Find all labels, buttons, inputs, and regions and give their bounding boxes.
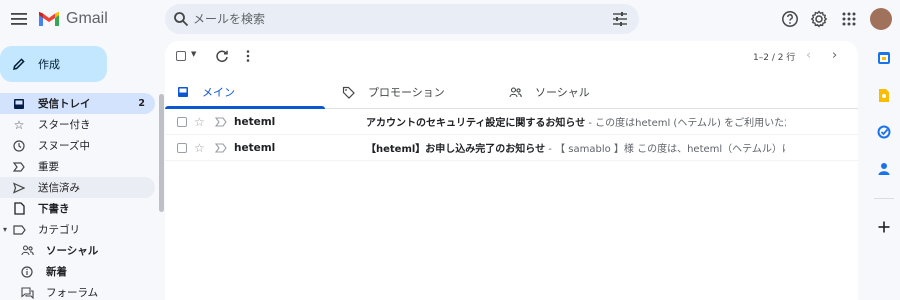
select-dropdown-caret-icon[interactable]: ▼	[191, 50, 196, 58]
tasks-icon	[877, 125, 891, 139]
subject-separator: -	[545, 144, 556, 155]
label-icon	[12, 223, 26, 237]
important-marker-icon[interactable]	[215, 116, 227, 127]
send-icon	[12, 181, 26, 195]
email-snippet: 【 samablo 】様 この度は、heteml（ヘテムル）にお申し...	[555, 144, 786, 155]
sidebar-item-starred[interactable]: ☆ スター付き	[0, 114, 155, 135]
contacts-app-button[interactable]	[876, 161, 892, 177]
sidebar-item-categories[interactable]: ▾ カテゴリ	[0, 219, 155, 240]
email-sender: heteml	[234, 115, 276, 128]
search-icon[interactable]	[173, 11, 189, 27]
email-subject: アカウントのセキュリティ設定に関するお知らせ	[366, 118, 586, 129]
sidebar-item-forums[interactable]: フォーラム	[0, 282, 155, 300]
email-snippet: この度はheteml (ヘテムル) をご利用いただきあ...	[595, 118, 786, 129]
sidebar-item-label: 送信済み	[38, 182, 80, 194]
tab-primary[interactable]: メイン	[177, 75, 235, 109]
clock-icon	[12, 139, 26, 153]
people-icon	[20, 244, 34, 258]
sidebar-item-label: 受信トレイ	[38, 98, 91, 110]
pagination-text: 1–2 / 2 行	[753, 53, 796, 63]
sidebar-item-drafts[interactable]: 下書き	[0, 198, 155, 219]
people-tab-icon	[509, 86, 522, 97]
important-marker-icon[interactable]	[215, 142, 227, 153]
email-subject-line: 【heteml】お申し込み完了のお知らせ - 【 samablo 】様 この度は…	[366, 140, 786, 155]
compose-label: 作成	[38, 58, 60, 71]
sidebar-item-label: カテゴリ	[38, 224, 80, 236]
draft-file-icon	[12, 202, 26, 216]
email-row[interactable]: ☆ heteml 【heteml】お申し込み完了のお知らせ - 【 samabl…	[165, 135, 858, 161]
hamburger-menu-icon	[11, 13, 27, 25]
gmail-logo[interactable]: Gmail	[38, 9, 108, 29]
tab-promotions[interactable]: プロモーション	[342, 75, 445, 109]
tasks-app-button[interactable]	[876, 124, 892, 140]
email-sender: heteml	[234, 141, 276, 154]
email-subject-line: アカウントのセキュリティ設定に関するお知らせ - この度はheteml (ヘテム…	[366, 114, 786, 129]
get-addons-button[interactable]	[876, 219, 892, 235]
info-icon	[20, 265, 34, 279]
inbox-icon	[12, 97, 26, 111]
gmail-m-icon	[39, 11, 59, 26]
help-icon[interactable]	[781, 10, 799, 28]
top-bar: Gmail	[0, 0, 900, 40]
mail-toolbar: ▼ 1–2 / 2 行 ‹ ›	[165, 41, 858, 71]
apps-grid-icon[interactable]	[840, 10, 858, 28]
star-icon[interactable]: ☆	[194, 115, 205, 129]
side-panel-divider	[874, 198, 894, 199]
tab-social[interactable]: ソーシャル	[509, 75, 590, 109]
sidebar-item-label: 新着	[46, 266, 67, 278]
tab-label: ソーシャル	[535, 86, 590, 99]
forum-icon	[20, 286, 34, 300]
email-row[interactable]: ☆ heteml アカウントのセキュリティ設定に関するお知らせ - この度はhe…	[165, 109, 858, 135]
sidebar-item-social[interactable]: ソーシャル	[0, 240, 155, 261]
sidebar-scrollbar[interactable]	[159, 94, 164, 212]
sidebar-item-snoozed[interactable]: スヌーズ中	[0, 135, 155, 156]
category-tabs: メイン プロモーション ソーシャル	[165, 75, 858, 109]
email-subject: 【heteml】お申し込み完了のお知らせ	[366, 144, 546, 155]
settings-gear-icon[interactable]	[810, 10, 828, 28]
main-menu-button[interactable]	[9, 10, 29, 28]
important-marker-icon	[12, 160, 26, 174]
calendar-app-button[interactable]	[876, 50, 892, 66]
sidebar-item-label: ソーシャル	[46, 245, 99, 257]
email-select-checkbox[interactable]	[177, 116, 187, 127]
search-options-icon[interactable]	[612, 11, 628, 27]
chevron-right-icon[interactable]: ›	[832, 48, 837, 63]
star-icon: ☆	[13, 117, 25, 132]
chevron-left-icon[interactable]: ‹	[806, 48, 811, 63]
tag-icon	[342, 86, 355, 99]
caret-down-icon[interactable]: ▾	[3, 225, 7, 234]
inbox-tab-icon	[178, 87, 188, 97]
tab-label: プロモーション	[368, 86, 445, 99]
plus-icon	[878, 221, 890, 233]
sidebar-item-important[interactable]: 重要	[0, 156, 155, 177]
more-options-icon[interactable]	[243, 49, 253, 63]
email-select-checkbox[interactable]	[177, 142, 187, 153]
tab-label: メイン	[202, 86, 235, 99]
sidebar-item-label: 下書き	[38, 203, 70, 215]
sidebar-item-label: スヌーズ中	[38, 140, 90, 152]
sidebar-item-updates[interactable]: 新着	[0, 261, 155, 282]
app-name: Gmail	[66, 10, 108, 27]
sidebar-item-label: 重要	[38, 161, 59, 173]
pencil-icon	[13, 58, 25, 70]
keep-icon	[879, 88, 889, 102]
inbox-unread-count: 2	[138, 98, 145, 109]
sidebar-item-label: フォーラム	[46, 287, 99, 299]
account-avatar[interactable]	[870, 8, 892, 30]
compose-button[interactable]: 作成	[0, 46, 107, 82]
sidebar-item-label: スター付き	[38, 119, 91, 131]
contacts-person-icon	[878, 163, 890, 175]
search-bar	[165, 4, 639, 34]
sidebar-item-sent[interactable]: 送信済み	[0, 177, 155, 198]
select-all-checkbox[interactable]	[176, 51, 186, 61]
refresh-icon[interactable]	[215, 49, 229, 63]
search-input[interactable]	[193, 9, 573, 29]
sidebar-item-inbox[interactable]: 受信トレイ 2	[0, 93, 155, 114]
star-icon[interactable]: ☆	[194, 141, 205, 155]
calendar-icon	[878, 52, 890, 64]
keep-app-button[interactable]	[876, 87, 892, 103]
mail-list-panel: ▼ 1–2 / 2 行 ‹ › メイン プロモーション ソーシャル ☆ hete…	[165, 41, 858, 300]
subject-separator: -	[585, 118, 596, 129]
sidebar-nav: 受信トレイ 2 ☆ スター付き スヌーズ中 重要 送信済み 下書き ▾ カテゴリ…	[0, 93, 160, 300]
